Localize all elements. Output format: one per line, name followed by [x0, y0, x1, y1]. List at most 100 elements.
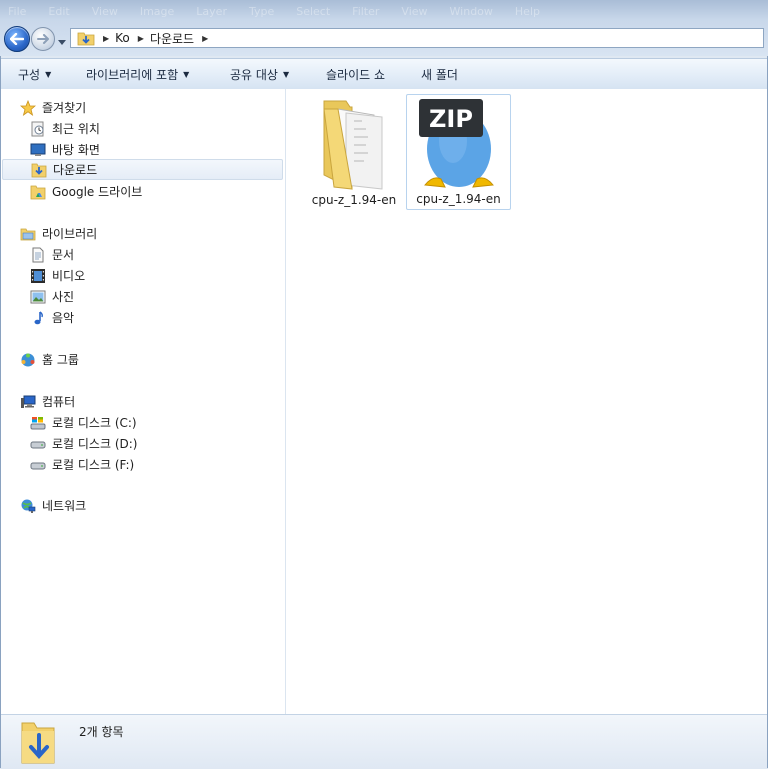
command-bar: 구성 ▼ 라이브러리에 포함 ▼ 공유 대상 ▼ 슬라이드 쇼 새 폴더	[0, 58, 768, 90]
nav-favorites-label: 즐겨찾기	[42, 101, 87, 115]
item-count: 2개 항목	[79, 725, 124, 739]
file-item-folder[interactable]: cpu-z_1.94-en	[302, 95, 406, 209]
computer-icon	[20, 394, 36, 410]
nav-homegroup-label: 홈 그룹	[42, 353, 79, 367]
ghost-menu-item: File	[8, 5, 27, 18]
new-folder-button[interactable]: 새 폴더	[421, 59, 458, 89]
arrow-right-icon	[37, 34, 49, 44]
share-with-menu[interactable]: 공유 대상 ▼	[230, 59, 289, 89]
organize-menu[interactable]: 구성 ▼	[18, 59, 51, 89]
ghost-menu-item: Filter	[352, 5, 380, 18]
nav-libraries-label: 라이브러리	[42, 227, 98, 241]
nav-network[interactable]: 네트워크	[20, 495, 86, 516]
nav-item-label: 최근 위치	[52, 122, 100, 136]
downloads-folder-icon	[77, 32, 95, 46]
downloads-folder-icon	[21, 722, 55, 764]
new-folder-label: 새 폴더	[421, 67, 458, 82]
nav-item-label: 문서	[52, 248, 75, 262]
nav-item-pictures[interactable]: 사진	[30, 286, 74, 307]
arrow-left-icon	[10, 33, 24, 45]
document-icon	[30, 247, 46, 263]
ghost-menu-item: Layer	[196, 5, 227, 18]
network-icon	[20, 498, 36, 514]
navigation-pane: 즐겨찾기 최근 위치 바탕 화면 다운로드 Google 드라이브 라이브러리	[0, 89, 286, 714]
ghost-menu-item: View	[401, 5, 428, 18]
organize-label: 구성	[18, 67, 41, 82]
library-icon	[20, 226, 36, 242]
picture-icon	[30, 289, 46, 305]
nav-item-label: 음악	[52, 311, 75, 325]
back-button[interactable]	[4, 26, 30, 52]
nav-item-google-drive[interactable]: Google 드라이브	[30, 181, 142, 202]
ghost-menu-item: Help	[514, 5, 540, 18]
homegroup-icon	[20, 352, 36, 368]
nav-item-videos[interactable]: 비디오	[30, 265, 85, 286]
recent-pages-dropdown[interactable]	[58, 35, 66, 49]
breadcrumb-separator[interactable]: ▶	[202, 34, 208, 43]
nav-item-label: 비디오	[52, 269, 86, 283]
file-item-zip[interactable]: ZIP cpu-z_1.94-en	[406, 94, 511, 210]
window-frame	[0, 56, 1, 768]
nav-item-recent-places[interactable]: 최근 위치	[30, 118, 100, 139]
share-with-label: 공유 대상	[230, 67, 278, 82]
breadcrumb-separator[interactable]: ▶	[138, 34, 144, 43]
nav-network-label: 네트워크	[42, 499, 87, 513]
google-drive-folder-icon	[30, 184, 46, 200]
system-drive-icon	[30, 415, 46, 431]
chevron-down-icon	[58, 40, 66, 45]
forward-button[interactable]	[31, 27, 55, 51]
caret-down-icon: ▼	[183, 69, 190, 79]
breadcrumb-ko[interactable]: Ko	[115, 31, 130, 45]
nav-item-label: 다운로드	[53, 163, 98, 177]
folder-icon	[323, 100, 383, 190]
nav-item-label: Google 드라이브	[52, 185, 143, 199]
star-icon	[20, 99, 36, 116]
music-note-icon	[30, 310, 46, 326]
drive-icon	[30, 457, 46, 473]
slide-show-label: 슬라이드 쇼	[326, 67, 386, 82]
nav-item-label: 로컬 디스크 (F:)	[52, 458, 135, 472]
nav-item-local-disk-f[interactable]: 로컬 디스크 (F:)	[30, 454, 134, 475]
include-in-library-label: 라이브러리에 포함	[86, 67, 179, 82]
ghost-menu: File Edit View Image Layer Type Select F…	[8, 5, 568, 19]
nav-item-documents[interactable]: 문서	[30, 244, 74, 265]
zip-badge-text: ZIP	[429, 105, 473, 133]
nav-item-label: 로컬 디스크 (C:)	[52, 416, 137, 430]
nav-homegroup[interactable]: 홈 그룹	[20, 349, 79, 370]
desktop-icon	[30, 142, 46, 158]
breadcrumb-separator[interactable]: ▶	[103, 34, 109, 43]
breadcrumb-downloads[interactable]: 다운로드	[150, 30, 194, 47]
nav-item-downloads[interactable]: 다운로드	[2, 159, 283, 180]
slide-show-button[interactable]: 슬라이드 쇼	[326, 59, 385, 89]
nav-item-label: 바탕 화면	[52, 143, 100, 157]
nav-computer[interactable]: 컴퓨터	[20, 391, 75, 412]
file-name: cpu-z_1.94-en	[311, 193, 397, 207]
nav-item-desktop[interactable]: 바탕 화면	[30, 139, 100, 160]
include-in-library-menu[interactable]: 라이브러리에 포함 ▼	[86, 59, 189, 89]
ghost-menu-item: View	[91, 5, 118, 18]
drive-icon	[30, 436, 46, 452]
title-bar: File Edit View Image Layer Type Select F…	[0, 0, 768, 56]
video-icon	[30, 268, 46, 284]
address-bar[interactable]: ▶ Ko ▶ 다운로드 ▶	[70, 28, 764, 48]
ghost-menu-item: Edit	[48, 5, 70, 18]
ghost-menu-item: Type	[248, 5, 275, 18]
file-name: cpu-z_1.94-en	[416, 192, 501, 206]
nav-item-local-disk-d[interactable]: 로컬 디스크 (D:)	[30, 433, 137, 454]
nav-item-label: 로컬 디스크 (D:)	[52, 437, 138, 451]
ghost-menu-item: Window	[449, 5, 493, 18]
recent-places-icon	[30, 121, 46, 137]
zip-archive-icon: ZIP	[419, 99, 494, 188]
caret-down-icon: ▼	[282, 69, 290, 79]
ghost-menu-item: Image	[139, 5, 175, 18]
nav-item-music[interactable]: 음악	[30, 307, 74, 328]
nav-computer-label: 컴퓨터	[42, 395, 76, 409]
nav-item-local-disk-c[interactable]: 로컬 디스크 (C:)	[30, 412, 137, 433]
downloads-folder-icon	[31, 162, 47, 178]
nav-favorites[interactable]: 즐겨찾기	[20, 97, 86, 118]
file-list[interactable]: cpu-z_1.94-en ZIP cpu-z_1.94-en	[286, 89, 768, 714]
nav-libraries[interactable]: 라이브러리	[20, 223, 97, 244]
nav-item-label: 사진	[52, 290, 75, 304]
ghost-menu-item: Select	[296, 5, 331, 18]
caret-down-icon: ▼	[45, 69, 52, 79]
